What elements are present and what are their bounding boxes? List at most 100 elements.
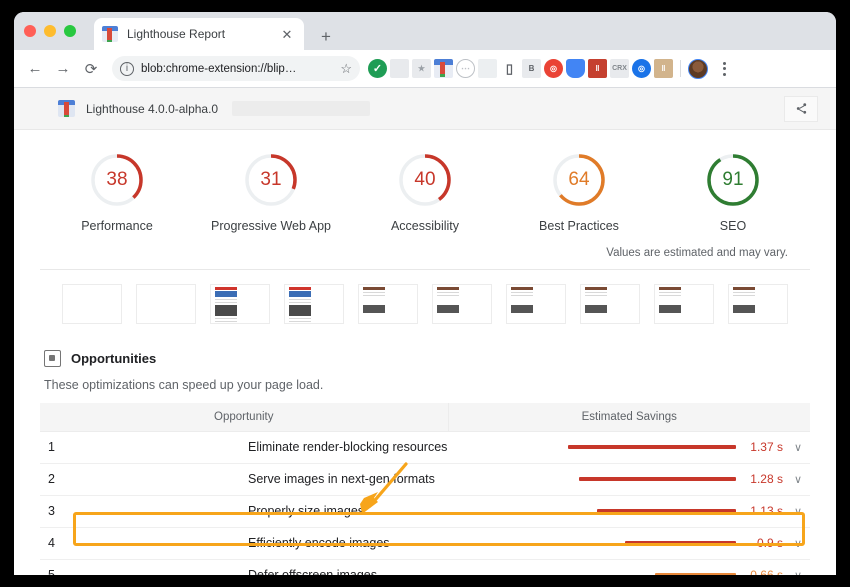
gauge-score-value: 91 bbox=[705, 152, 761, 208]
address-bar-url: blob:chrome-extension://blip… bbox=[141, 63, 336, 75]
savings-value: 0.9 s bbox=[745, 536, 783, 550]
extension-book-red-icon[interactable]: ‖ bbox=[588, 59, 607, 78]
maximize-window-button[interactable] bbox=[64, 25, 76, 37]
profile-avatar[interactable] bbox=[688, 59, 708, 79]
table-row[interactable]: 2Serve images in next-gen formats1.28 s∨ bbox=[40, 463, 810, 495]
filmstrip-frame bbox=[432, 284, 492, 324]
toolbar-divider bbox=[680, 60, 681, 77]
opportunities-table: Opportunity Estimated Savings 1Eliminate… bbox=[40, 403, 810, 575]
browser-window: Lighthouse Report ✕ + ← → ⟳ i blob:chrom… bbox=[14, 12, 836, 575]
gauge-score-value: 40 bbox=[397, 152, 453, 208]
lighthouse-header: Lighthouse 4.0.0-alpha.0 bbox=[14, 88, 836, 130]
extension-circle-icon[interactable]: ⋯ bbox=[456, 59, 475, 78]
savings-value: 1.13 s bbox=[745, 504, 783, 518]
opportunity-name: Efficiently encode images bbox=[244, 527, 448, 559]
estimated-savings-cell: 1.13 s ∨ bbox=[448, 495, 810, 527]
browser-menu-icon[interactable] bbox=[715, 62, 733, 76]
filmstrip-frame bbox=[62, 284, 122, 324]
table-row[interactable]: 1Eliminate render-blocking resources1.37… bbox=[40, 431, 810, 463]
savings-value: 1.37 s bbox=[745, 440, 783, 454]
filmstrip-frame bbox=[136, 284, 196, 324]
back-button[interactable]: ← bbox=[22, 56, 48, 82]
close-window-button[interactable] bbox=[24, 25, 36, 37]
extension-lighthouse-icon[interactable] bbox=[434, 59, 453, 78]
estimated-savings-cell: 0.66 s∨ bbox=[448, 559, 810, 575]
estimated-savings-cell: 1.37 s ∨ bbox=[448, 431, 810, 463]
gauge-label: Performance bbox=[81, 219, 153, 233]
filmstrip-frame bbox=[210, 284, 270, 324]
table-row[interactable]: 5Defer offscreen images0.66 s∨ bbox=[40, 559, 810, 575]
savings-bar bbox=[568, 445, 736, 449]
row-number: 5 bbox=[40, 559, 244, 575]
savings-bar bbox=[597, 509, 736, 513]
close-tab-icon[interactable]: ✕ bbox=[278, 25, 296, 43]
share-icon bbox=[795, 102, 808, 115]
gauge-label: SEO bbox=[720, 219, 746, 233]
savings-value: 1.28 s bbox=[745, 472, 783, 486]
tab-strip: Lighthouse Report ✕ + bbox=[14, 12, 836, 50]
savings-bar bbox=[579, 477, 736, 481]
extension-bold-b-icon[interactable]: B bbox=[522, 59, 541, 78]
table-header-row: Opportunity Estimated Savings bbox=[40, 403, 810, 431]
chevron-down-icon[interactable]: ∨ bbox=[792, 505, 804, 518]
gauge-label: Accessibility bbox=[391, 219, 459, 233]
opportunity-name: Serve images in next-gen formats bbox=[244, 463, 448, 495]
reload-button[interactable]: ⟳ bbox=[78, 56, 104, 82]
chevron-down-icon[interactable]: ∨ bbox=[792, 537, 804, 550]
chevron-down-icon[interactable]: ∨ bbox=[792, 473, 804, 486]
forward-button[interactable]: → bbox=[50, 56, 76, 82]
chevron-down-icon[interactable]: ∨ bbox=[792, 441, 804, 454]
minimize-window-button[interactable] bbox=[44, 25, 56, 37]
lighthouse-version-title: Lighthouse 4.0.0-alpha.0 bbox=[86, 102, 218, 116]
extension-ghost-icon[interactable] bbox=[390, 59, 409, 78]
score-gauges: 38 Performance 31 Progressive Web App 40… bbox=[40, 130, 810, 247]
extension-crx-icon[interactable]: CRX bbox=[610, 59, 629, 78]
extension-shield-icon[interactable] bbox=[566, 59, 585, 78]
savings-bar bbox=[655, 573, 736, 575]
filmstrip-frame bbox=[358, 284, 418, 324]
filmstrip-frame bbox=[728, 284, 788, 324]
gauge-performance[interactable]: 38 Performance bbox=[40, 152, 194, 233]
gauge-label: Progressive Web App bbox=[211, 219, 331, 233]
gauge-seo[interactable]: 91 SEO bbox=[656, 152, 810, 233]
row-number: 3 bbox=[40, 495, 244, 527]
savings-bar bbox=[625, 541, 736, 545]
address-bar[interactable]: i blob:chrome-extension://blip… ☆ bbox=[112, 56, 360, 81]
site-info-icon[interactable]: i bbox=[120, 62, 134, 76]
opportunity-name: Defer offscreen images bbox=[244, 559, 448, 575]
extension-monitor-icon[interactable]: ▯ bbox=[500, 59, 519, 78]
url-placeholder-bar bbox=[232, 101, 370, 116]
extension-library-icon[interactable]: ‖ bbox=[654, 59, 673, 78]
browser-toolbar: ← → ⟳ i blob:chrome-extension://blip… ☆ … bbox=[14, 50, 836, 88]
extension-checkmark-icon[interactable]: ✓ bbox=[368, 59, 387, 78]
values-estimated-note: Values are estimated and may vary. bbox=[606, 247, 788, 259]
gauge-label: Best Practices bbox=[539, 219, 619, 233]
gauge-score-value: 64 bbox=[551, 152, 607, 208]
gauge-best-practices[interactable]: 64 Best Practices bbox=[502, 152, 656, 233]
table-row[interactable]: 3Properly size images 1.13 s ∨ bbox=[40, 495, 810, 527]
gauge-accessibility[interactable]: 40 Accessibility bbox=[348, 152, 502, 233]
chevron-down-icon[interactable]: ∨ bbox=[792, 569, 804, 576]
opportunities-title: Opportunities bbox=[71, 351, 156, 366]
table-row[interactable]: 4Efficiently encode images0.9 s∨ bbox=[40, 527, 810, 559]
new-tab-button[interactable]: + bbox=[316, 26, 336, 46]
gauge-progressive-web-app[interactable]: 31 Progressive Web App bbox=[194, 152, 348, 233]
window-controls bbox=[24, 25, 76, 37]
gauge-score-value: 38 bbox=[89, 152, 145, 208]
share-button[interactable] bbox=[784, 96, 818, 122]
extension-target-red-icon[interactable]: ◎ bbox=[544, 59, 563, 78]
filmstrip-frame bbox=[284, 284, 344, 324]
opportunity-name: Properly size images bbox=[244, 495, 448, 527]
bookmark-star-icon[interactable]: ☆ bbox=[340, 61, 352, 77]
opportunities-body: 1Eliminate render-blocking resources1.37… bbox=[40, 431, 810, 575]
extension-rating-icon[interactable]: ★ bbox=[412, 59, 431, 78]
lighthouse-logo-icon bbox=[58, 100, 75, 117]
browser-tab[interactable]: Lighthouse Report ✕ bbox=[94, 18, 304, 50]
extension-noise-icon[interactable] bbox=[478, 59, 497, 78]
tab-title: Lighthouse Report bbox=[127, 27, 278, 41]
extension-target-blue-icon[interactable]: ◎ bbox=[632, 59, 651, 78]
opportunities-icon bbox=[44, 350, 61, 367]
filmstrip-frame bbox=[506, 284, 566, 324]
lighthouse-favicon-icon bbox=[102, 26, 118, 42]
lighthouse-report: 38 Performance 31 Progressive Web App 40… bbox=[14, 130, 836, 575]
